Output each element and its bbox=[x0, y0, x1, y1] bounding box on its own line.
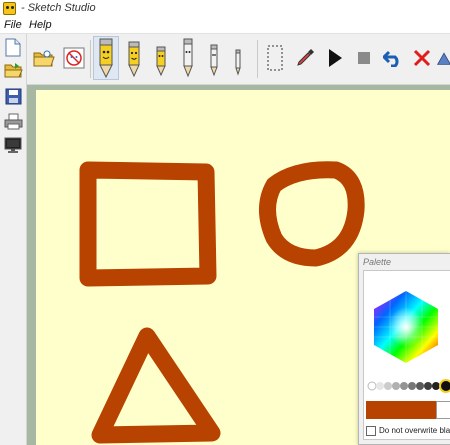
pencil-size-5-icon bbox=[210, 44, 218, 77]
play-icon bbox=[329, 49, 342, 67]
pencil-size-1-button[interactable] bbox=[93, 36, 119, 80]
play-button[interactable] bbox=[324, 36, 346, 80]
square-shape bbox=[79, 161, 217, 287]
stop-button[interactable] bbox=[354, 36, 374, 80]
circle-shape bbox=[259, 161, 365, 267]
shape-tool-icon bbox=[436, 52, 450, 65]
save-icon bbox=[5, 88, 21, 104]
side-toolbar bbox=[0, 34, 27, 445]
delete-button[interactable] bbox=[411, 36, 433, 80]
menu-help[interactable]: Help bbox=[29, 19, 52, 31]
overwrite-black-label: Do not overwrite black bbox=[379, 426, 450, 436]
stop-icon bbox=[358, 52, 370, 64]
clear-canvas-button[interactable] bbox=[62, 36, 86, 80]
new-file-button[interactable] bbox=[3, 37, 23, 57]
palette-body: Do not overwrite black bbox=[363, 270, 450, 440]
palette-window[interactable]: Palette Do not overwrite bla bbox=[358, 253, 450, 445]
pencil-size-4-icon bbox=[183, 38, 193, 78]
print-button[interactable] bbox=[3, 111, 23, 131]
palette-title: Palette bbox=[363, 257, 392, 267]
window-title: - Sketch Studio bbox=[21, 2, 96, 14]
display-button[interactable] bbox=[3, 135, 23, 155]
pencil-size-6-icon bbox=[235, 49, 241, 76]
pencil-size-4-button[interactable] bbox=[177, 36, 199, 80]
background-color-swatch bbox=[436, 401, 450, 419]
pencil-size-6-button[interactable] bbox=[228, 36, 248, 80]
open-file-button[interactable] bbox=[3, 60, 23, 80]
current-color-swatch bbox=[366, 401, 436, 419]
red-x-icon bbox=[413, 49, 431, 67]
folder-open-icon bbox=[33, 50, 55, 67]
color-hexagon[interactable] bbox=[366, 273, 450, 395]
pencil-size-2-icon bbox=[128, 41, 140, 78]
undo-icon bbox=[383, 50, 399, 67]
overwrite-black-checkbox[interactable] bbox=[366, 425, 376, 436]
print-icon bbox=[4, 113, 22, 129]
menu-file[interactable]: File bbox=[4, 19, 22, 31]
color-picker-button[interactable] bbox=[295, 36, 317, 80]
pencil-size-2-button[interactable] bbox=[122, 36, 146, 80]
extra-tool-button[interactable] bbox=[436, 36, 450, 80]
main-toolbar bbox=[26, 34, 450, 85]
save-button[interactable] bbox=[3, 86, 23, 106]
overwrite-black-row: Do not overwrite black bbox=[366, 423, 450, 436]
no-face-icon bbox=[63, 47, 85, 69]
menu-bar: File Help bbox=[0, 18, 450, 34]
toolbar-separator bbox=[90, 40, 91, 78]
monitor-icon bbox=[4, 137, 22, 153]
triangle-shape bbox=[91, 327, 221, 444]
eyedropper-icon bbox=[297, 49, 314, 66]
undo-button[interactable] bbox=[382, 36, 404, 80]
toolbar-separator bbox=[257, 40, 258, 78]
pencil-size-5-button[interactable] bbox=[203, 36, 225, 80]
pencil-size-3-icon bbox=[156, 46, 166, 77]
title-bar: - Sketch Studio bbox=[0, 0, 450, 18]
new-file-icon bbox=[5, 38, 21, 56]
pencil-size-3-button[interactable] bbox=[150, 36, 172, 80]
select-area-button[interactable] bbox=[264, 36, 286, 80]
app-icon bbox=[3, 2, 16, 15]
open-file-icon bbox=[4, 62, 23, 77]
open-drawing-button[interactable] bbox=[32, 36, 56, 80]
dotted-rectangle-icon bbox=[267, 45, 283, 71]
pencil-size-1-icon bbox=[99, 38, 113, 78]
